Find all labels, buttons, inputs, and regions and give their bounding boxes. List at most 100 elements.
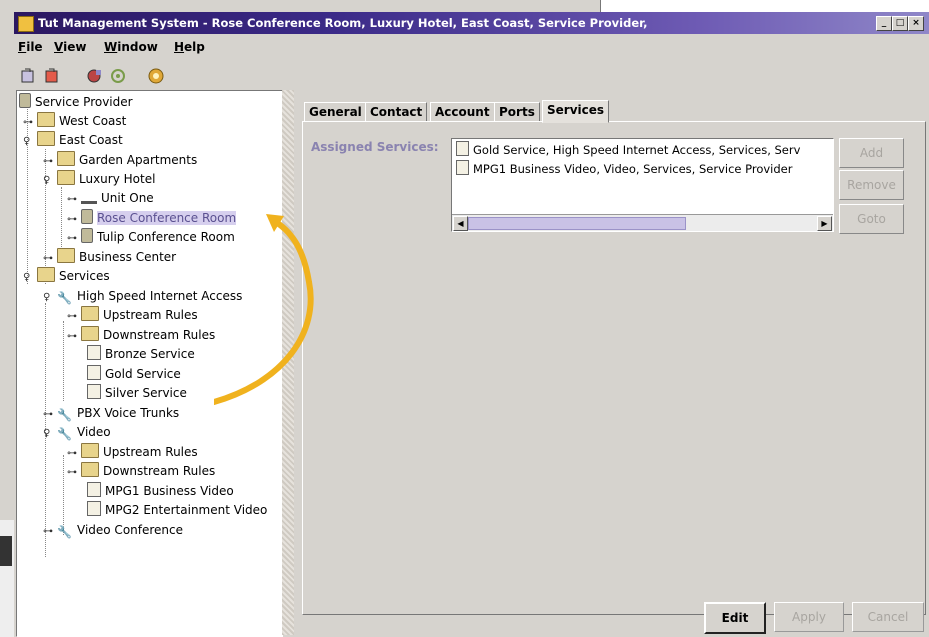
navigation-tree[interactable]: Service Provider ⊶ West Coast ♀ East Coast… (16, 90, 283, 637)
apply-button[interactable]: Apply (774, 602, 844, 632)
tree-node-video[interactable]: ♀ 🔧 Video (43, 423, 111, 441)
collapse-icon[interactable]: ♀ (23, 133, 37, 151)
tree-node-services[interactable]: ♀ Services (23, 267, 110, 285)
collapse-icon[interactable]: ♀ (23, 269, 37, 287)
document-icon (87, 384, 101, 399)
tab-account[interactable]: Account (430, 102, 495, 122)
folder-icon (57, 151, 75, 166)
forward-icon[interactable] (42, 66, 62, 86)
background-desktop-item (0, 536, 12, 566)
window-title: Tut Management System - Rose Conference … (38, 16, 648, 30)
expand-icon[interactable]: ⊶ (43, 406, 57, 424)
menu-file[interactable]: File (18, 40, 43, 54)
expand-icon[interactable]: ⊶ (67, 191, 81, 209)
refresh-icon[interactable] (84, 66, 104, 86)
document-icon (87, 482, 101, 497)
wrench-icon: 🔧 (57, 291, 72, 305)
tree-node-upstream-rules[interactable]: ⊶ Upstream Rules (67, 306, 198, 324)
gear-icon[interactable] (146, 66, 166, 86)
server-icon (81, 209, 93, 224)
remove-button[interactable]: Remove (839, 170, 904, 200)
tree-node-high-speed-internet-access[interactable]: ♀ 🔧 High Speed Internet Access (43, 287, 242, 305)
folder-icon (37, 112, 55, 127)
tree-node-unit-one[interactable]: ⊶ Unit One (67, 189, 154, 207)
folder-icon (81, 443, 99, 458)
expand-icon[interactable]: ⊶ (23, 114, 37, 132)
close-button[interactable]: × (908, 16, 924, 31)
expand-icon[interactable]: ⊶ (67, 445, 81, 463)
document-icon (87, 501, 101, 516)
horizontal-scrollbar[interactable]: ◀ ▶ (452, 214, 833, 231)
expand-icon[interactable]: ⊶ (67, 211, 81, 229)
tree-node-mpg1-business-video[interactable]: MPG1 Business Video (87, 482, 234, 500)
tree-node-tulip-conference-room[interactable]: ⊶ Tulip Conference Room (67, 228, 235, 246)
menu-view[interactable]: View (54, 40, 86, 54)
menu-help[interactable]: Help (174, 40, 205, 54)
tree-node-silver-service[interactable]: Silver Service (87, 384, 187, 402)
expand-icon[interactable]: ⊶ (43, 523, 57, 541)
scrollbar-thumb[interactable] (468, 217, 686, 230)
server-icon (19, 93, 31, 108)
details-panel: General Contact Account Ports Services A… (296, 90, 927, 635)
tree-node-video-conference[interactable]: ⊶ 🔧 Video Conference (43, 521, 183, 539)
collapse-icon[interactable]: ♀ (43, 289, 57, 307)
tree-node-downstream-rules[interactable]: ⊶ Downstream Rules (67, 326, 215, 344)
document-icon (87, 365, 101, 380)
pane-splitter[interactable] (282, 90, 294, 635)
tree-node-garden-apartments[interactable]: ⊶ Garden Apartments (43, 151, 197, 169)
menu-window[interactable]: Window (104, 40, 158, 54)
toolbar (14, 62, 929, 90)
expand-icon[interactable]: ⊶ (43, 250, 57, 268)
tab-contact[interactable]: Contact (365, 102, 428, 122)
document-icon (87, 345, 101, 360)
expand-icon[interactable]: ⊶ (67, 328, 81, 346)
tree-node-business-center[interactable]: ⊶ Business Center (43, 248, 176, 266)
tree-node-video-upstream-rules[interactable]: ⊶ Upstream Rules (67, 443, 198, 461)
tree-node-rose-conference-room[interactable]: ⊶ Rose Conference Room (67, 209, 237, 229)
maximize-button[interactable]: □ (892, 16, 908, 31)
list-item[interactable]: MPG1 Business Video, Video, Services, Se… (456, 160, 792, 178)
folder-icon (37, 131, 55, 146)
background-window-edge (600, 0, 929, 12)
expand-icon[interactable]: ⊶ (67, 464, 81, 482)
wrench-icon: 🔧 (57, 408, 72, 422)
folder-icon (57, 170, 75, 185)
menu-bar: File View Window Help (14, 36, 929, 58)
add-button[interactable]: Add (839, 138, 904, 168)
tree-node-east-coast[interactable]: ♀ East Coast (23, 131, 123, 149)
expand-icon[interactable]: ⊶ (67, 308, 81, 326)
scroll-right-icon[interactable]: ▶ (817, 216, 832, 231)
tab-general[interactable]: General (304, 102, 367, 122)
document-icon (456, 141, 469, 156)
tree-node-mpg2-entertainment-video[interactable]: MPG2 Entertainment Video (87, 501, 267, 519)
settings-icon[interactable] (108, 66, 128, 86)
folder-icon (57, 248, 75, 263)
scroll-left-icon[interactable]: ◀ (453, 216, 468, 231)
title-bar[interactable]: Tut Management System - Rose Conference … (14, 12, 929, 34)
back-icon[interactable] (18, 66, 38, 86)
folder-icon (81, 306, 99, 321)
collapse-icon[interactable]: ♀ (43, 172, 57, 190)
goto-button[interactable]: Goto (839, 204, 904, 234)
tree-node-west-coast[interactable]: ⊶ West Coast (23, 112, 126, 130)
tree-node-video-downstream-rules[interactable]: ⊶ Downstream Rules (67, 462, 215, 480)
collapse-icon[interactable]: ♀ (43, 425, 57, 443)
minimize-button[interactable]: _ (876, 16, 892, 31)
tree-node-bronze-service[interactable]: Bronze Service (87, 345, 195, 363)
wrench-icon: 🔧 (57, 427, 72, 441)
services-tab-panel: Assigned Services: Gold Service, High Sp… (302, 121, 926, 615)
tree-node-pbx-voice-trunks[interactable]: ⊶ 🔧 PBX Voice Trunks (43, 404, 179, 422)
tab-ports[interactable]: Ports (494, 102, 540, 122)
tree-node-gold-service[interactable]: Gold Service (87, 365, 181, 383)
list-item[interactable]: Gold Service, High Speed Internet Access… (456, 141, 800, 159)
tree-node-service-provider[interactable]: Service Provider (19, 93, 133, 111)
assigned-services-list[interactable]: Gold Service, High Speed Internet Access… (451, 138, 834, 232)
expand-icon[interactable]: ⊶ (43, 153, 57, 171)
expand-icon[interactable]: ⊶ (67, 230, 81, 248)
tree-node-luxury-hotel[interactable]: ♀ Luxury Hotel (43, 170, 155, 188)
assigned-services-label: Assigned Services: (311, 140, 439, 154)
folder-icon (81, 462, 99, 477)
cancel-button[interactable]: Cancel (852, 602, 924, 632)
tab-services[interactable]: Services (542, 100, 610, 123)
edit-button[interactable]: Edit (704, 602, 766, 634)
